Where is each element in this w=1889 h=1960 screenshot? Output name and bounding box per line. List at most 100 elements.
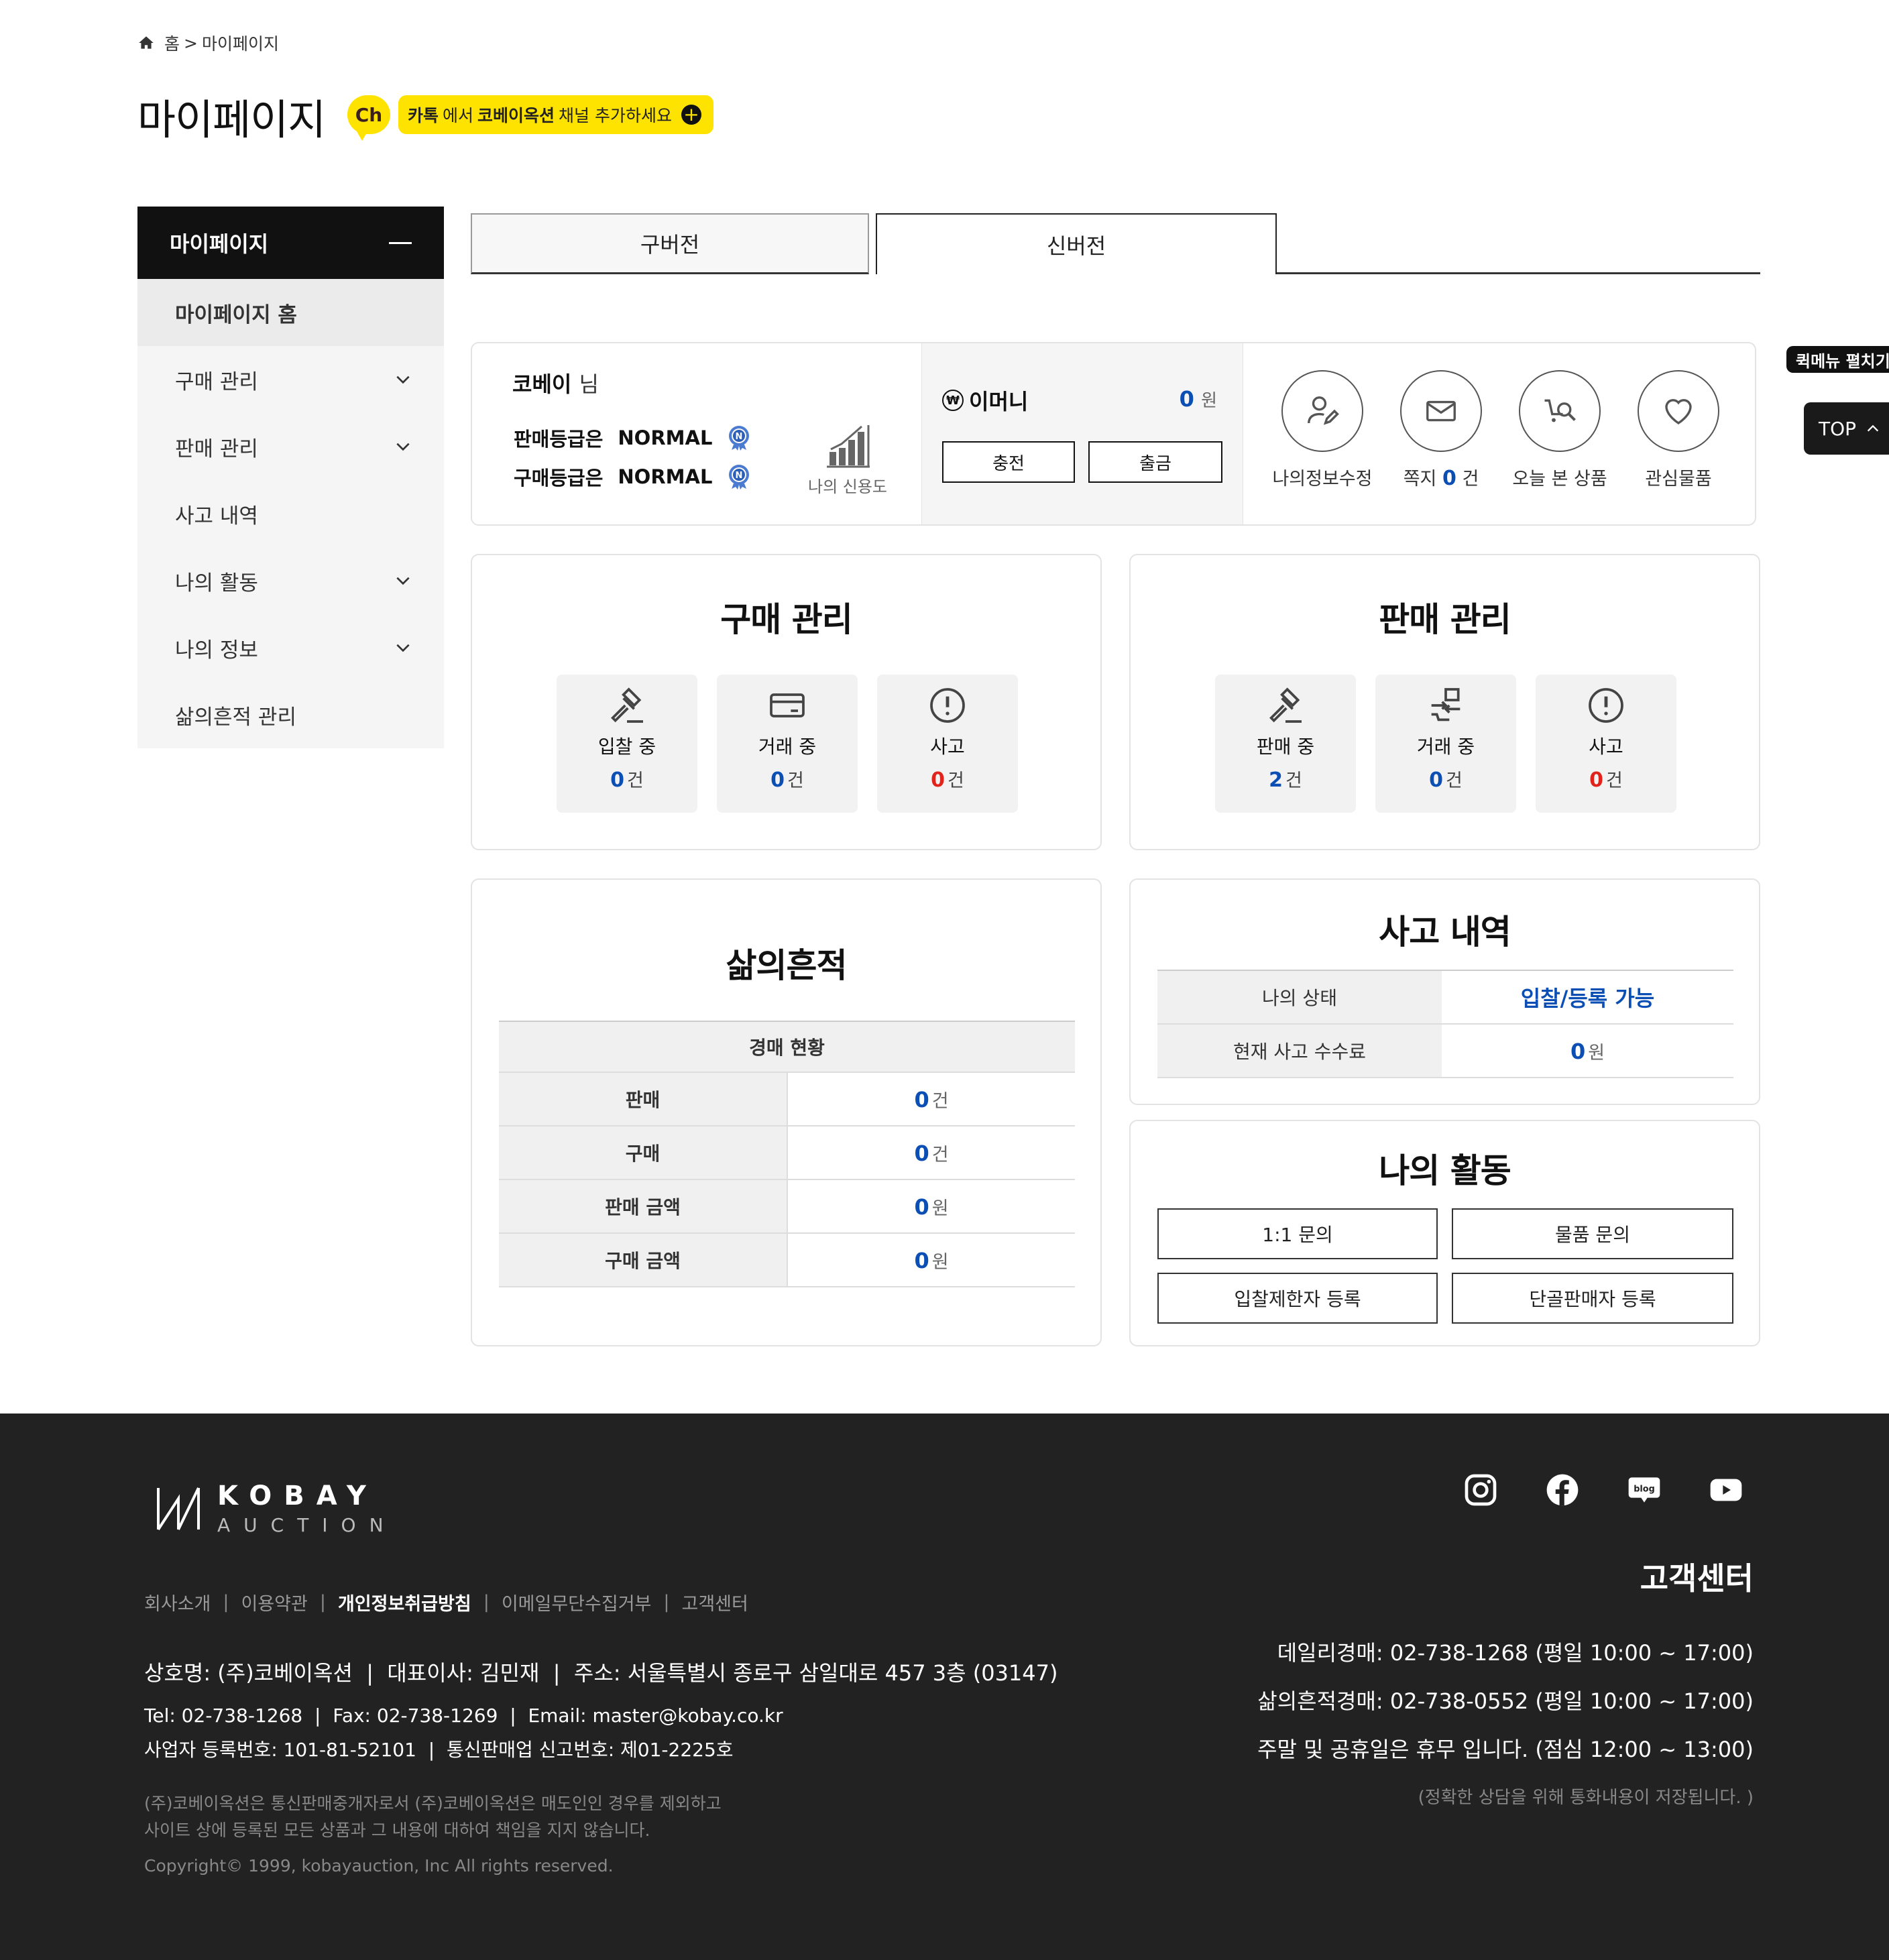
sidebar: 마이페이지 마이페이지 홈 구매 관리 판매 관리 사고 내역 나의 활동 나의… <box>137 207 444 748</box>
sales-incident-tile[interactable]: 사고 0건 <box>1536 675 1676 813</box>
customer-center-title: 고객센터 <box>1640 1560 1754 1597</box>
favorite-seller-button[interactable]: 단골판매자 등록 <box>1452 1273 1733 1324</box>
emoney-label: 이머니 <box>969 389 1029 414</box>
exclamation-circle-icon <box>930 688 965 723</box>
sidebar-item-label: 나의 정보 <box>175 638 258 662</box>
tile-value: 2건 <box>1269 768 1302 792</box>
svg-text:N: N <box>736 471 743 481</box>
exclamation-circle-icon <box>1589 688 1623 723</box>
tab-old-version[interactable]: 구버전 <box>471 213 869 274</box>
minus-icon <box>389 241 412 244</box>
bar-chart-icon <box>827 425 870 468</box>
tile-label: 사고 <box>930 736 965 758</box>
charge-button[interactable]: 충전 <box>942 441 1075 483</box>
credit-score[interactable]: 나의 신용도 <box>801 422 895 497</box>
footer-link-privacy[interactable]: 개인정보취급방침 <box>338 1589 471 1615</box>
emoney-section: ₩ 이머니 0 원 충전 출금 <box>921 343 1243 524</box>
chevron-down-icon <box>396 443 410 451</box>
svg-text:blog: blog <box>1634 1484 1655 1494</box>
envelope-icon <box>1426 400 1456 422</box>
cs-life-auction: 삶의흔적경매: 02-738-0552 (평일 10:00 ~ 17:00) <box>1257 1688 1754 1714</box>
purchase-bidding-tile[interactable]: 입찰 중 0건 <box>557 675 697 813</box>
sidebar-item-activity[interactable]: 나의 활동 <box>137 547 444 614</box>
blog-icon[interactable]: blog <box>1625 1471 1663 1509</box>
sidebar-item-life-trace[interactable]: 삶의흔적 관리 <box>137 681 444 748</box>
tile-value: 0건 <box>1589 768 1623 792</box>
kakao-text-2: 채널 추가하세요 <box>559 106 672 125</box>
auction-status-table: 경매 현황 판매 0 건 구매 0 건 판매 금액 0 원 구매 금액 0 원 <box>499 1021 1075 1287</box>
one-to-one-inquiry-button[interactable]: 1:1 문의 <box>1157 1208 1438 1259</box>
message-link[interactable]: 쪽지 0 건 <box>1381 370 1501 490</box>
scroll-top-button[interactable]: TOP <box>1804 402 1889 455</box>
tile-label: 판매 중 <box>1256 736 1315 758</box>
facebook-icon[interactable] <box>1544 1471 1581 1509</box>
tab-new-version[interactable]: 신버전 <box>876 213 1277 274</box>
user-name: 코베이 님 <box>512 371 599 397</box>
footer-link-email-refusal[interactable]: 이메일무단수집거부 <box>502 1589 652 1615</box>
buy-grade-label: 구매등급은 <box>514 467 604 489</box>
page-title: 마이페이지 <box>137 95 326 144</box>
withdraw-button[interactable]: 출금 <box>1088 441 1222 483</box>
sidebar-item-mypage-home[interactable]: 마이페이지 홈 <box>137 279 444 346</box>
kobay-logo-mark-icon <box>157 1487 200 1530</box>
footer-link-terms[interactable]: 이용약관 <box>241 1589 307 1615</box>
incident-history-panel: 사고 내역 나의 상태 입찰/등록 가능 현재 사고 수수료 0 원 <box>1129 878 1760 1105</box>
user-name-suffix: 님 <box>579 371 599 397</box>
disclaimer: (주)코베이옥션은 통신판매중개자로서 (주)코베이옥션은 매도인인 경우를 제… <box>144 1794 722 1840</box>
exchange-icon <box>1431 688 1461 722</box>
instagram-icon[interactable] <box>1462 1471 1499 1509</box>
incident-table: 나의 상태 입찰/등록 가능 현재 사고 수수료 0 원 <box>1157 970 1733 1078</box>
purchase-title: 구매 관리 <box>720 600 852 639</box>
message-label: 쪽지 <box>1403 469 1437 489</box>
company-info-line3: 사업자 등록번호: 101-81-52101 | 통신판매업 신고번호: 제01… <box>144 1739 734 1761</box>
sales-selling-tile[interactable]: 판매 중 2건 <box>1215 675 1356 813</box>
sidebar-item-label: 구매 관리 <box>175 369 258 394</box>
sidebar-item-incident[interactable]: 사고 내역 <box>137 480 444 547</box>
sidebar-item-myinfo[interactable]: 나의 정보 <box>137 614 444 681</box>
activity-title: 나의 활동 <box>1379 1151 1511 1190</box>
company-info-line1: 상호명: (주)코베이옥션 | 대표이사: 김민재 | 주소: 서울특별시 종로… <box>144 1660 1058 1686</box>
copyright: Copyright© 1999, kobayauction, Inc All r… <box>144 1856 614 1876</box>
footer-link-support[interactable]: 고객센터 <box>681 1589 748 1615</box>
footer-link-about[interactable]: 회사소개 <box>144 1589 211 1615</box>
restrict-bidder-button[interactable]: 입찰제한자 등록 <box>1157 1273 1438 1324</box>
home-icon[interactable] <box>137 34 155 52</box>
chevron-down-icon <box>396 577 410 585</box>
footer-nav: 회사소개 | 이용약관 | 개인정보취급방침 | 이메일무단수집거부 | 고객센터 <box>144 1589 748 1615</box>
edit-info-label: 나의정보수정 <box>1272 469 1373 489</box>
emoney-label-group: ₩ 이머니 <box>942 385 1028 416</box>
tile-label: 거래 중 <box>758 736 817 758</box>
purchase-incident-tile[interactable]: 사고 0건 <box>877 675 1018 813</box>
profile-summary-card: 코베이 님 판매등급은 NORMAL N 구매등급은 NORMAL N 나의 신… <box>471 342 1756 526</box>
sell-grade: 판매등급은 NORMAL N <box>514 424 751 452</box>
life-trace-title: 삶의흔적 <box>726 946 848 985</box>
sidebar-item-label: 판매 관리 <box>175 437 258 461</box>
quick-menu-toggle[interactable]: 퀵메뉴 펼치기 <box>1786 346 1889 373</box>
wishlist-link[interactable]: 관심물품 <box>1618 370 1739 490</box>
sidebar-item-purchase[interactable]: 구매 관리 <box>137 346 444 413</box>
kobay-logo[interactable]: KOBAY AUCTION <box>156 1481 397 1536</box>
version-tabs: 구버전 신버전 <box>471 213 1760 274</box>
chevron-down-icon <box>396 376 410 384</box>
purchase-trading-tile[interactable]: 거래 중 0건 <box>717 675 858 813</box>
kakao-text-1: 에서 <box>443 106 474 125</box>
breadcrumb-separator: > <box>184 33 198 53</box>
gavel-icon <box>611 687 643 723</box>
tab-divider <box>1277 272 1760 274</box>
sidebar-item-sales[interactable]: 판매 관리 <box>137 413 444 480</box>
kakao-channel-pill[interactable]: 카톡 에서 코베이옥션 채널 추가하세요 + <box>398 95 713 134</box>
table-row: 나의 상태 입찰/등록 가능 <box>1157 970 1733 1025</box>
cs-recording-note: (정확한 상담을 위해 통화내용이 저장됩니다. ) <box>1418 1788 1754 1808</box>
edit-info-link[interactable]: 나의정보수정 <box>1262 370 1383 490</box>
sidebar-header[interactable]: 마이페이지 <box>137 207 444 279</box>
item-inquiry-button[interactable]: 물품 문의 <box>1452 1208 1733 1259</box>
sales-trading-tile[interactable]: 거래 중 0건 <box>1375 675 1516 813</box>
breadcrumb-home[interactable]: 홈 <box>164 31 180 55</box>
gavel-icon <box>1269 687 1302 723</box>
kakao-channel-banner[interactable]: Ch 카톡 에서 코베이옥션 채널 추가하세요 + <box>347 91 713 141</box>
recent-items-link[interactable]: 오늘 본 상품 <box>1499 370 1620 490</box>
tile-value: 0건 <box>1429 768 1463 792</box>
table-row: 구매 0 건 <box>499 1126 1075 1180</box>
youtube-icon[interactable] <box>1707 1471 1745 1509</box>
recent-items-label: 오늘 본 상품 <box>1512 469 1607 489</box>
